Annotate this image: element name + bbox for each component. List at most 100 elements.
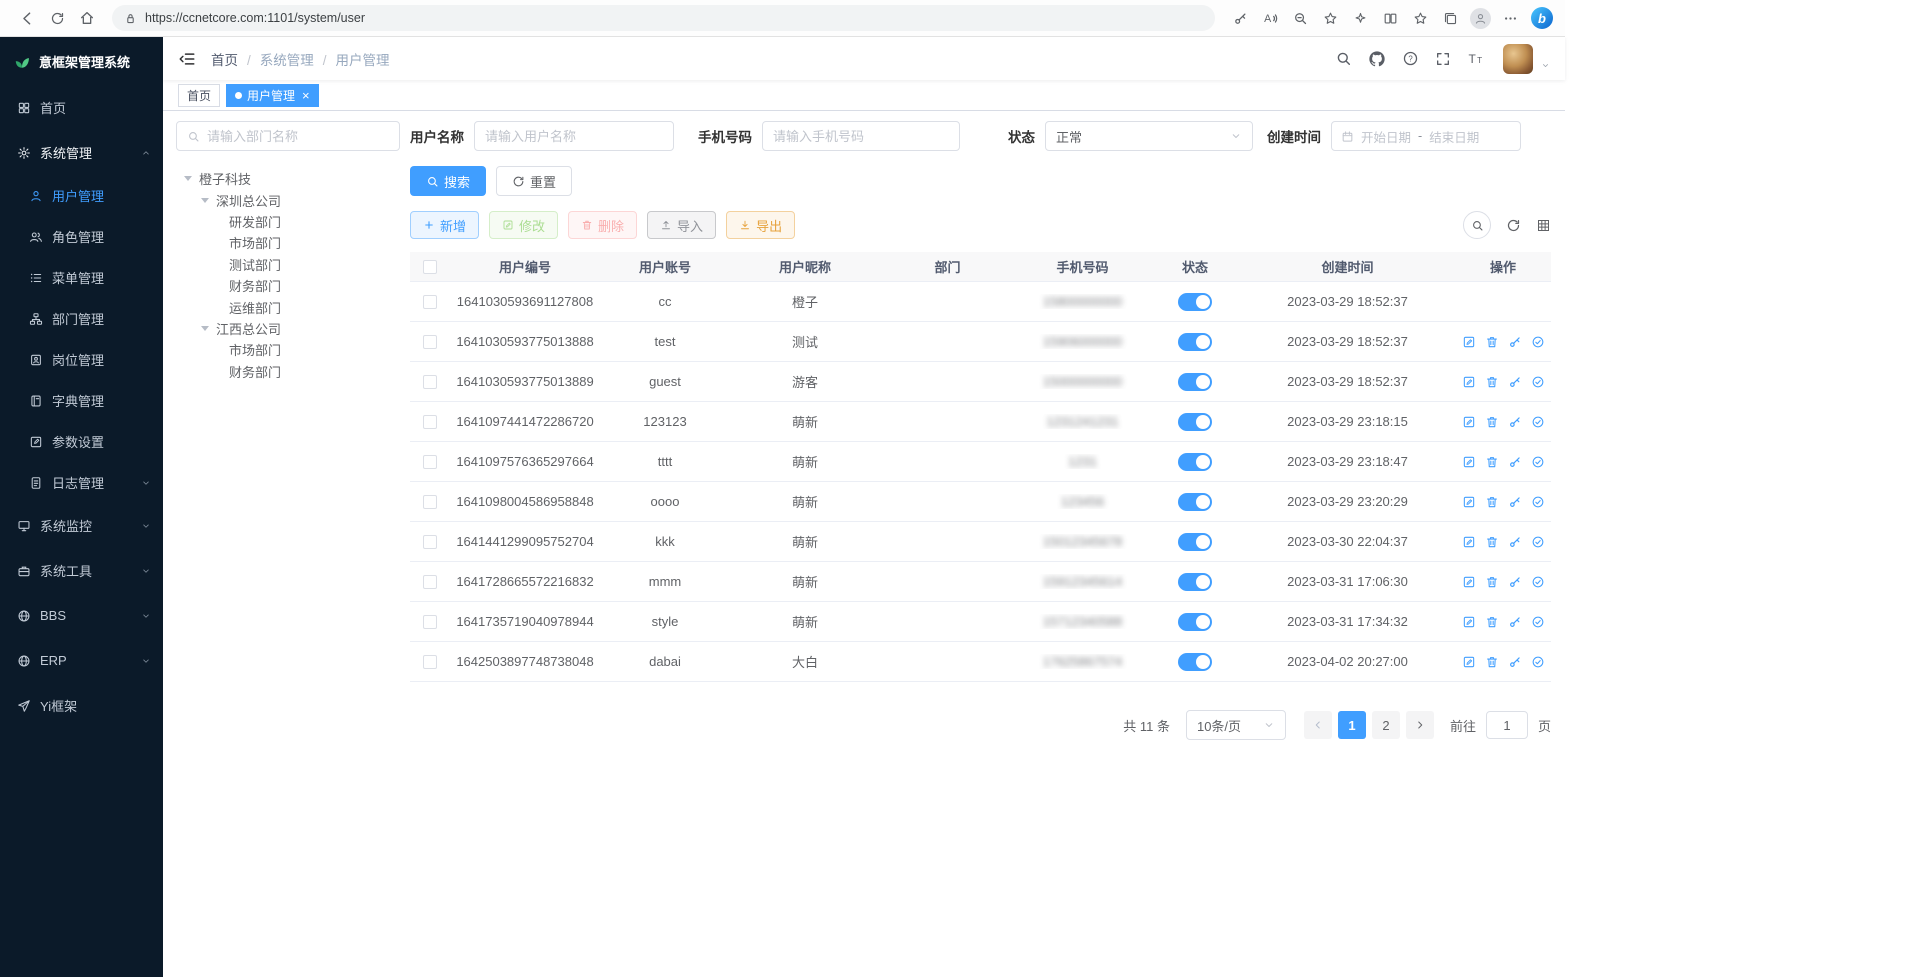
- tree-node-branch[interactable]: 深圳总公司: [176, 189, 400, 210]
- assign-role-icon[interactable]: [1531, 495, 1545, 509]
- sidebar-item-yi-framework[interactable]: Yi框架: [0, 683, 163, 728]
- row-checkbox[interactable]: [423, 455, 437, 469]
- delete-icon[interactable]: [1485, 655, 1499, 669]
- assign-role-icon[interactable]: [1531, 335, 1545, 349]
- sidebar-item-dict-management[interactable]: 字典管理: [0, 380, 163, 421]
- toggle-search-button[interactable]: [1463, 211, 1491, 239]
- sidebar-item-user-management[interactable]: 用户管理: [0, 175, 163, 216]
- sidebar-item-post-management[interactable]: 岗位管理: [0, 339, 163, 380]
- zoom-icon[interactable]: [1285, 4, 1315, 32]
- collections-icon[interactable]: [1435, 4, 1465, 32]
- browser-back-button[interactable]: [12, 4, 42, 32]
- column-visibility-button[interactable]: [1536, 218, 1551, 233]
- help-icon[interactable]: [1402, 50, 1419, 67]
- prev-page-button[interactable]: [1304, 711, 1332, 739]
- export-button[interactable]: 导出: [726, 211, 795, 239]
- tree-node-dept[interactable]: 研发部门: [176, 211, 400, 232]
- sidebar-item-system-monitor[interactable]: 系统监控: [0, 503, 163, 548]
- status-toggle[interactable]: [1178, 333, 1212, 351]
- tree-node-company[interactable]: 橙子科技: [176, 168, 400, 189]
- row-checkbox[interactable]: [423, 535, 437, 549]
- delete-icon[interactable]: [1485, 455, 1499, 469]
- favorite-add-icon[interactable]: [1315, 4, 1345, 32]
- header-search-icon[interactable]: [1335, 50, 1352, 67]
- assign-role-icon[interactable]: [1531, 615, 1545, 629]
- reset-password-icon[interactable]: [1508, 575, 1522, 589]
- read-aloud-icon[interactable]: [1255, 4, 1285, 32]
- assign-role-icon[interactable]: [1531, 575, 1545, 589]
- status-toggle[interactable]: [1178, 293, 1212, 311]
- assign-role-icon[interactable]: [1531, 375, 1545, 389]
- delete-icon[interactable]: [1485, 375, 1499, 389]
- goto-page-input[interactable]: [1486, 711, 1528, 739]
- sidebar-item-bbs[interactable]: BBS: [0, 593, 163, 638]
- sidebar-item-role-management[interactable]: 角色管理: [0, 216, 163, 257]
- username-input[interactable]: [485, 129, 663, 144]
- delete-icon[interactable]: [1485, 575, 1499, 589]
- status-toggle[interactable]: [1178, 653, 1212, 671]
- tree-node-branch[interactable]: 江西总公司: [176, 318, 400, 339]
- edit-icon[interactable]: [1462, 455, 1476, 469]
- sidebar-item-erp[interactable]: ERP: [0, 638, 163, 683]
- font-size-icon[interactable]: [1467, 50, 1485, 68]
- status-select[interactable]: 正常: [1045, 121, 1253, 151]
- reset-password-icon[interactable]: [1508, 495, 1522, 509]
- caret-down-icon[interactable]: [201, 198, 209, 203]
- extension-sparkle-icon[interactable]: [1345, 4, 1375, 32]
- sidebar-item-dept-management[interactable]: 部门管理: [0, 298, 163, 339]
- search-button[interactable]: 搜索: [410, 166, 486, 196]
- page-2-button[interactable]: 2: [1372, 711, 1400, 739]
- dept-search-input[interactable]: [207, 129, 389, 144]
- row-checkbox[interactable]: [423, 495, 437, 509]
- add-button[interactable]: 新增: [410, 211, 479, 239]
- page-size-select[interactable]: 10条/页: [1186, 710, 1286, 740]
- date-range-picker[interactable]: 开始日期 - 结束日期: [1331, 121, 1521, 151]
- bing-icon[interactable]: b: [1531, 7, 1553, 29]
- assign-role-icon[interactable]: [1531, 535, 1545, 549]
- edit-icon[interactable]: [1462, 495, 1476, 509]
- row-checkbox[interactable]: [423, 295, 437, 309]
- breadcrumb-home[interactable]: 首页: [211, 49, 251, 69]
- edit-icon[interactable]: [1462, 335, 1476, 349]
- status-toggle[interactable]: [1178, 413, 1212, 431]
- status-toggle[interactable]: [1178, 373, 1212, 391]
- modify-button[interactable]: 修改: [489, 211, 558, 239]
- sidebar-item-menu-management[interactable]: 菜单管理: [0, 257, 163, 298]
- user-avatar[interactable]: [1503, 44, 1533, 74]
- row-checkbox[interactable]: [423, 335, 437, 349]
- reset-password-icon[interactable]: [1508, 535, 1522, 549]
- row-checkbox[interactable]: [423, 655, 437, 669]
- reset-password-icon[interactable]: [1508, 655, 1522, 669]
- browser-profile-icon[interactable]: [1465, 4, 1495, 32]
- phone-input[interactable]: [773, 129, 949, 144]
- status-toggle[interactable]: [1178, 533, 1212, 551]
- sidebar-item-log-management[interactable]: 日志管理: [0, 462, 163, 503]
- tree-node-dept[interactable]: 运维部门: [176, 296, 400, 317]
- split-screen-icon[interactable]: [1375, 4, 1405, 32]
- status-toggle[interactable]: [1178, 613, 1212, 631]
- edit-icon[interactable]: [1462, 655, 1476, 669]
- status-toggle[interactable]: [1178, 493, 1212, 511]
- reset-password-icon[interactable]: [1508, 415, 1522, 429]
- refresh-table-button[interactable]: [1506, 218, 1521, 233]
- row-checkbox[interactable]: [423, 415, 437, 429]
- delete-icon[interactable]: [1485, 415, 1499, 429]
- password-key-icon[interactable]: [1225, 4, 1255, 32]
- caret-down-icon[interactable]: [184, 176, 192, 181]
- next-page-button[interactable]: [1406, 711, 1434, 739]
- assign-role-icon[interactable]: [1531, 655, 1545, 669]
- sidebar-item-system-tools[interactable]: 系统工具: [0, 548, 163, 593]
- browser-refresh-button[interactable]: [42, 4, 72, 32]
- reset-button[interactable]: 重置: [496, 166, 572, 196]
- tab-user-management[interactable]: 用户管理 ×: [226, 84, 319, 107]
- reset-password-icon[interactable]: [1508, 455, 1522, 469]
- status-toggle[interactable]: [1178, 453, 1212, 471]
- row-checkbox[interactable]: [423, 575, 437, 589]
- assign-role-icon[interactable]: [1531, 455, 1545, 469]
- row-checkbox[interactable]: [423, 375, 437, 389]
- sidebar-item-param-settings[interactable]: 参数设置: [0, 421, 163, 462]
- edit-icon[interactable]: [1462, 575, 1476, 589]
- select-all-checkbox[interactable]: [423, 260, 437, 274]
- tab-close-icon[interactable]: ×: [302, 89, 310, 102]
- page-1-button[interactable]: 1: [1338, 711, 1366, 739]
